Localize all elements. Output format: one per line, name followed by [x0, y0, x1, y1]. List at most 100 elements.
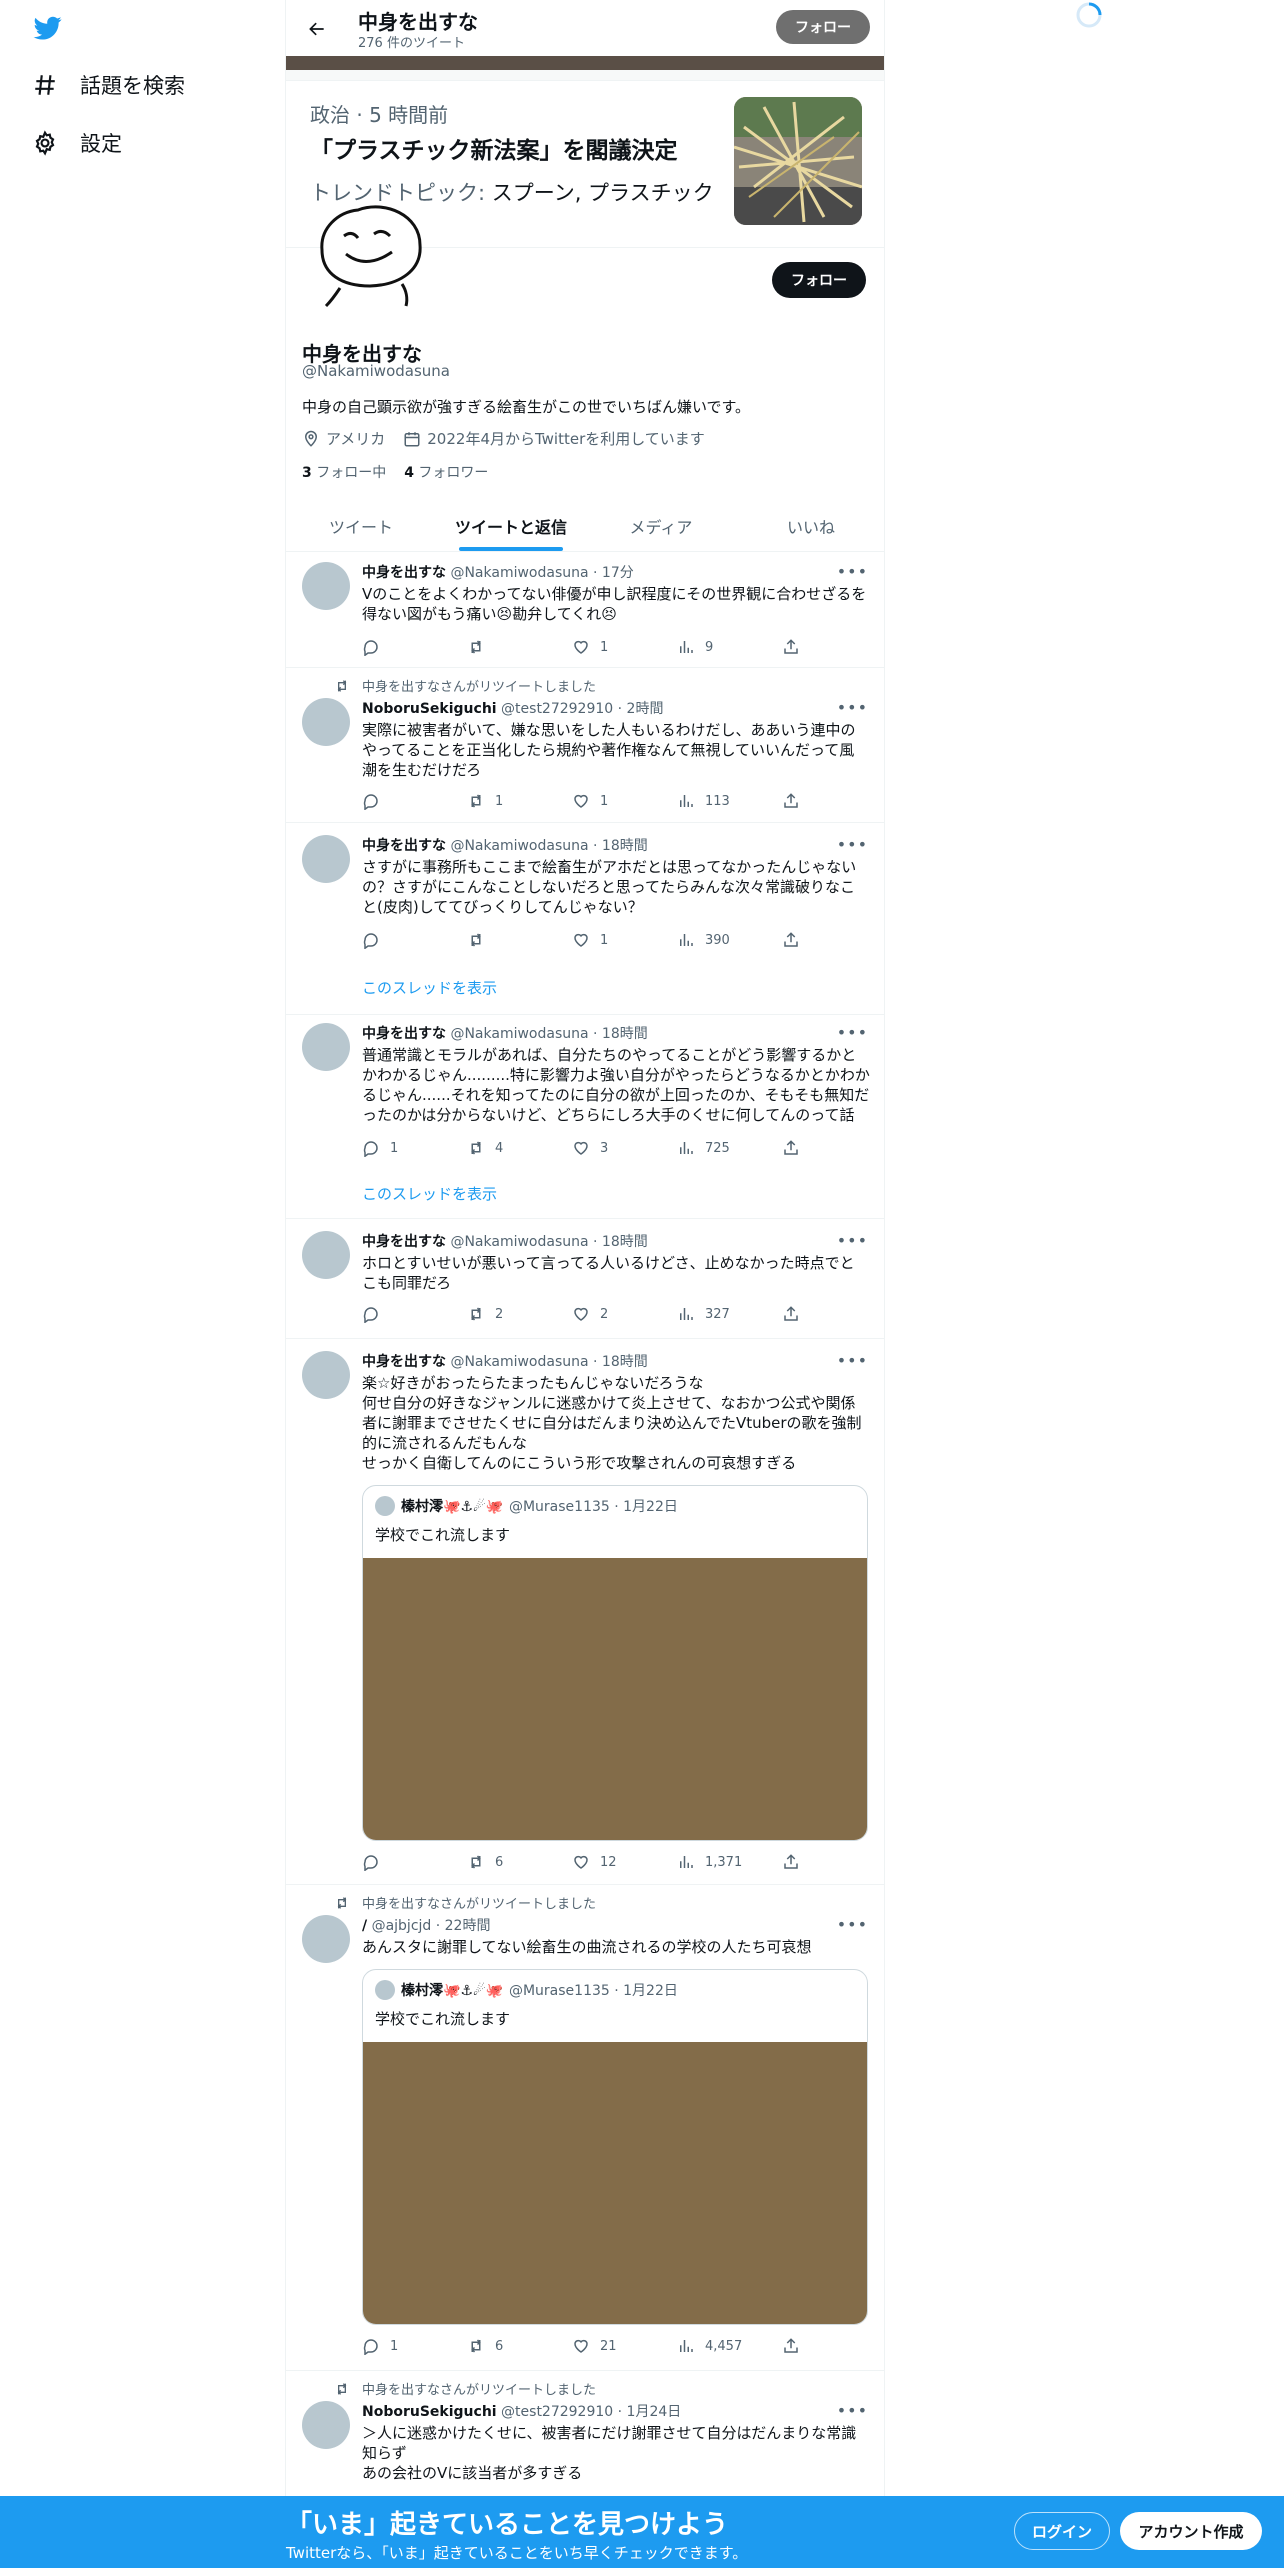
heart-icon [574, 640, 588, 654]
tweet[interactable]: ••• 中身を出すな @Nakamiwodasuna · 18時間 楽☆好きがお… [286, 1339, 884, 1885]
retweeted-by-text[interactable]: 中身を出すなさんがリツイートしました [362, 2379, 596, 2398]
tweet[interactable]: ••• 中身を出すな @Nakamiwodasuna · 18時間 普通常識とモ… [286, 1015, 884, 1219]
tab-tweets[interactable]: ツイート [286, 500, 436, 551]
profile-avatar[interactable] [300, 190, 440, 314]
avatar[interactable] [302, 1351, 350, 1399]
retweeted-by-text[interactable]: 中身を出すなさんがリツイートしました [362, 676, 596, 695]
views-button[interactable]: 9 [677, 638, 747, 656]
show-thread-link[interactable]: このスレッドを表示 [362, 1183, 497, 1204]
like-count: 2 [600, 1306, 609, 1322]
login-button[interactable]: ログイン [1014, 2512, 1110, 2550]
tweet[interactable]: 中身を出すなさんがリツイートしました ••• / @ajbjcjd · 22時間… [286, 1885, 884, 2371]
following-link[interactable]: 3 フォロー中 [302, 462, 386, 482]
share-button[interactable] [782, 1139, 802, 1157]
tweet-author-name[interactable]: 中身を出すな [362, 838, 446, 854]
nav-settings[interactable]: 設定 [32, 128, 122, 158]
heart-icon [574, 933, 588, 947]
tweet-author-name[interactable]: 中身を出すな [362, 565, 446, 581]
divider [286, 70, 884, 80]
retweet-indicator: 中身を出すなさんがリツイートしました [334, 1893, 596, 1912]
like-button[interactable]: 21 [572, 2337, 642, 2355]
tweet[interactable]: 中身を出すなさんがリツイートしました ••• NoboruSekiguchi @… [286, 668, 884, 823]
signup-button[interactable]: アカウント作成 [1120, 2512, 1262, 2550]
retweet-button[interactable]: 6 [467, 1853, 537, 1871]
twitter-logo-icon[interactable] [32, 14, 64, 42]
tweet-text: ホロとすいせいが悪いって言ってる人いるけどさ、止めなかった時点でと こも同罪だろ [362, 1253, 870, 1293]
tab-tweets-and-replies[interactable]: ツイートと返信 [436, 500, 586, 551]
avatar[interactable] [302, 698, 350, 746]
tab-likes[interactable]: いいね [736, 500, 884, 551]
retweet-button[interactable] [467, 931, 537, 949]
like-button[interactable]: 2 [572, 1305, 642, 1323]
profile-follow-button[interactable]: フォロー [772, 262, 866, 298]
like-button[interactable]: 1 [572, 931, 642, 949]
tweet-text: 普通常識とモラルがあれば、自分たちのやってることがどう影響するかと かわかるじゃ… [362, 1045, 870, 1125]
back-button[interactable] [300, 12, 334, 46]
quoted-text: 学校でこれ流します [375, 2010, 511, 2028]
quoted-tweet[interactable]: 榛村澪🐙⚓☄🐙 @Murase1135 · 1月22日 学校でこれ流します [362, 1485, 868, 1841]
retweeted-by-text[interactable]: 中身を出すなさんがリツイートしました [362, 1893, 596, 1912]
tweet-meta: @Nakamiwodasuna · 17分 [450, 565, 634, 581]
reply-count: 1 [390, 1140, 399, 1156]
tweet-author-name[interactable]: 中身を出すな [362, 1234, 446, 1250]
tweet[interactable]: ••• 中身を出すな @Nakamiwodasuna · 17分 Vのことをよく… [286, 552, 884, 668]
quoted-media[interactable] [363, 1558, 867, 1840]
show-thread-link[interactable]: このスレッドを表示 [362, 977, 497, 998]
avatar[interactable] [302, 835, 350, 883]
share-button[interactable] [782, 1853, 802, 1871]
quoted-tweet[interactable]: 榛村澪🐙⚓☄🐙 @Murase1135 · 1月22日 学校でこれ流します [362, 1969, 868, 2325]
reply-button[interactable] [362, 792, 432, 810]
views-button[interactable]: 327 [677, 1305, 747, 1323]
tweet-author-name[interactable]: 中身を出すな [362, 1354, 446, 1370]
retweet-button[interactable]: 4 [467, 1139, 537, 1157]
like-button[interactable]: 3 [572, 1139, 642, 1157]
tweet[interactable]: ••• 中身を出すな @Nakamiwodasuna · 18時間 ホロとすいせ… [286, 1219, 884, 1339]
share-button[interactable] [782, 931, 802, 949]
like-button[interactable]: 1 [572, 638, 642, 656]
retweet-button[interactable]: 1 [467, 792, 537, 810]
retweet-icon [471, 794, 481, 808]
reply-button[interactable]: 1 [362, 1139, 432, 1157]
header-follow-button[interactable]: フォロー [776, 10, 870, 44]
tweet-author-name[interactable]: NoboruSekiguchi [362, 2404, 497, 2420]
heart-icon [574, 1307, 588, 1321]
tweet[interactable]: 中身を出すなさんがリツイートしました ••• NoboruSekiguchi @… [286, 2371, 884, 2511]
like-button[interactable]: 1 [572, 792, 642, 810]
views-button[interactable]: 4,457 [677, 2337, 747, 2355]
share-button[interactable] [782, 1305, 802, 1323]
share-button[interactable] [782, 638, 802, 656]
reply-button[interactable]: 1 [362, 2337, 432, 2355]
tweet-meta: @Nakamiwodasuna · 18時間 [450, 1354, 648, 1370]
avatar[interactable] [302, 2401, 350, 2449]
quoted-media[interactable] [363, 2042, 867, 2324]
retweet-button[interactable] [467, 638, 537, 656]
tweet[interactable]: ••• 中身を出すな @Nakamiwodasuna · 18時間 さすがに事務… [286, 823, 884, 1015]
avatar [375, 1496, 395, 1516]
reply-button[interactable] [362, 638, 432, 656]
views-button[interactable]: 1,371 [677, 1853, 747, 1871]
reply-button[interactable] [362, 1305, 432, 1323]
avatar[interactable] [302, 1023, 350, 1071]
like-button[interactable]: 12 [572, 1853, 642, 1871]
nav-explore[interactable]: 話題を検索 [32, 70, 185, 100]
retweet-button[interactable]: 6 [467, 2337, 537, 2355]
retweet-button[interactable]: 2 [467, 1305, 537, 1323]
views-button[interactable]: 390 [677, 931, 747, 949]
tab-media[interactable]: メディア [586, 500, 736, 551]
reply-button[interactable] [362, 1853, 432, 1871]
reply-button[interactable] [362, 931, 432, 949]
views-count: 725 [705, 1140, 730, 1156]
avatar[interactable] [302, 1231, 350, 1279]
views-button[interactable]: 113 [677, 792, 747, 810]
tweet-author-name[interactable]: NoboruSekiguchi [362, 701, 497, 717]
avatar[interactable] [302, 562, 350, 610]
followers-link[interactable]: 4 フォロワー [404, 462, 488, 482]
views-button[interactable]: 725 [677, 1139, 747, 1157]
share-button[interactable] [782, 2337, 802, 2355]
tweet-author-name[interactable]: / [362, 1918, 367, 1934]
share-button[interactable] [782, 792, 802, 810]
retweet-count: 2 [495, 1306, 504, 1322]
tweet-text-line: るじゃん......それを知ってたのに自分の欲が上回ったのか、そもそも無知だ [362, 1086, 870, 1104]
avatar[interactable] [302, 1915, 350, 1963]
tweet-author-name[interactable]: 中身を出すな [362, 1026, 446, 1042]
